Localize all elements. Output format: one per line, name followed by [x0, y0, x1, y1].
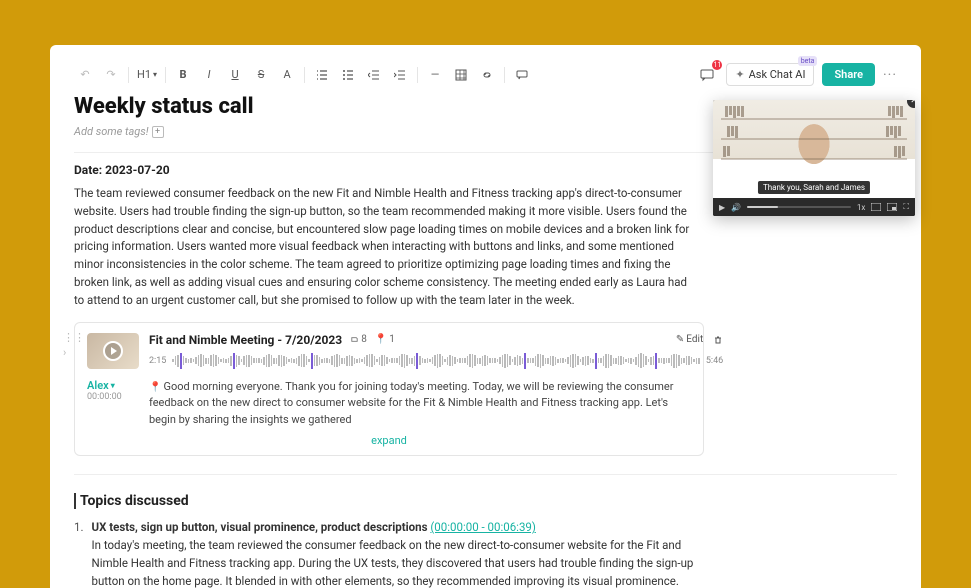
- toolbar-right: 11 ✦ Ask Chat AI beta Share ···: [696, 63, 897, 86]
- video-panel: ✕ Thank you, Sarah and James ▶ 🔊 1x ⛶: [713, 100, 915, 216]
- video-controls: ▶ 🔊 1x ⛶: [713, 198, 915, 216]
- ask-chat-ai-label: Ask Chat AI: [749, 68, 806, 81]
- ask-chat-ai-button[interactable]: ✦ Ask Chat AI beta: [726, 63, 814, 86]
- wave-start-time: 2:15: [149, 356, 166, 366]
- toolbar: ↶ ↷ H1 ▾ B I U S A —: [74, 63, 897, 86]
- video-cc-button[interactable]: [871, 203, 881, 211]
- topic-title: UX tests, sign up button, visual promine…: [92, 520, 428, 534]
- add-tag-icon[interactable]: +: [152, 126, 164, 138]
- bold-button[interactable]: B: [172, 64, 194, 86]
- table-button[interactable]: [450, 64, 472, 86]
- share-button[interactable]: Share: [822, 63, 875, 86]
- separator: [304, 67, 305, 83]
- pin-icon: 📍: [149, 382, 161, 393]
- unordered-list-button[interactable]: [337, 64, 359, 86]
- divider: [74, 474, 897, 475]
- undo-button[interactable]: ↶: [74, 64, 96, 86]
- strikethrough-button[interactable]: S: [250, 64, 272, 86]
- delete-button[interactable]: [713, 334, 723, 345]
- text-color-button[interactable]: A: [276, 64, 298, 86]
- comment-button[interactable]: [511, 64, 533, 86]
- summary-paragraph: The team reviewed consumer feedback on t…: [74, 185, 694, 310]
- ordered-list-button[interactable]: [311, 64, 333, 86]
- wave-end-time: 5:46: [706, 356, 723, 366]
- indent-button[interactable]: [389, 64, 411, 86]
- video-frame[interactable]: Thank you, Sarah and James: [713, 100, 915, 198]
- video-speed-button[interactable]: 1x: [857, 203, 865, 212]
- horizontal-rule-button[interactable]: —: [424, 64, 446, 86]
- pin-count: 📍1: [375, 334, 395, 345]
- collapse-icon[interactable]: ›: [63, 346, 85, 359]
- video-volume-button[interactable]: 🔊: [731, 203, 741, 212]
- heading-button[interactable]: H1 ▾: [135, 64, 159, 86]
- video-caption: Thank you, Sarah and James: [758, 181, 870, 194]
- audio-title: Fit and Nimble Meeting - 7/20/2023: [149, 333, 342, 347]
- underline-button[interactable]: U: [224, 64, 246, 86]
- comment-count-badge: 11: [712, 60, 722, 70]
- video-scrubber[interactable]: [747, 206, 851, 208]
- block-handle[interactable]: ⋮⋮ ›: [63, 331, 85, 359]
- transcript-text: 📍Good morning everyone. Thank you for jo…: [149, 379, 691, 429]
- comments-panel-button[interactable]: 11: [696, 64, 718, 86]
- video-fullscreen-button[interactable]: ⛶: [903, 202, 909, 212]
- video-pip-button[interactable]: [887, 203, 897, 211]
- separator: [165, 67, 166, 83]
- audio-block: ⋮⋮ › Fit and Nimble Meeting - 7/20/2023 …: [74, 322, 704, 457]
- play-icon[interactable]: [103, 341, 123, 361]
- waveform[interactable]: [172, 351, 700, 371]
- beta-badge: beta: [798, 56, 818, 66]
- topics-heading: Topics discussed: [74, 493, 897, 509]
- link-button[interactable]: [476, 64, 498, 86]
- separator: [128, 67, 129, 83]
- edit-button[interactable]: ✎ Edit: [676, 334, 703, 345]
- speaker-name[interactable]: Alex▾: [87, 379, 115, 392]
- topic-body: In today's meeting, the team reviewed th…: [92, 538, 694, 588]
- topic-number: 1.: [74, 519, 84, 588]
- clip-count: 8: [350, 334, 367, 345]
- heading-label: H1: [137, 68, 151, 81]
- redo-button[interactable]: ↷: [100, 64, 122, 86]
- tags-placeholder: Add some tags!: [74, 125, 149, 138]
- italic-button[interactable]: I: [198, 64, 220, 86]
- speaker-time: 00:00:00: [87, 392, 139, 402]
- drag-icon[interactable]: ⋮⋮: [63, 331, 85, 344]
- expand-button[interactable]: expand: [87, 434, 691, 447]
- outdent-button[interactable]: [363, 64, 385, 86]
- audio-thumbnail[interactable]: [87, 333, 139, 369]
- more-button[interactable]: ···: [883, 67, 897, 83]
- sparkle-icon: ✦: [735, 68, 744, 81]
- video-play-button[interactable]: ▶: [719, 203, 725, 212]
- separator: [504, 67, 505, 83]
- topic-item: 1. UX tests, sign up button, visual prom…: [74, 519, 699, 588]
- separator: [417, 67, 418, 83]
- topic-timestamp-link[interactable]: (00:00:00 - 00:06:39): [430, 520, 536, 534]
